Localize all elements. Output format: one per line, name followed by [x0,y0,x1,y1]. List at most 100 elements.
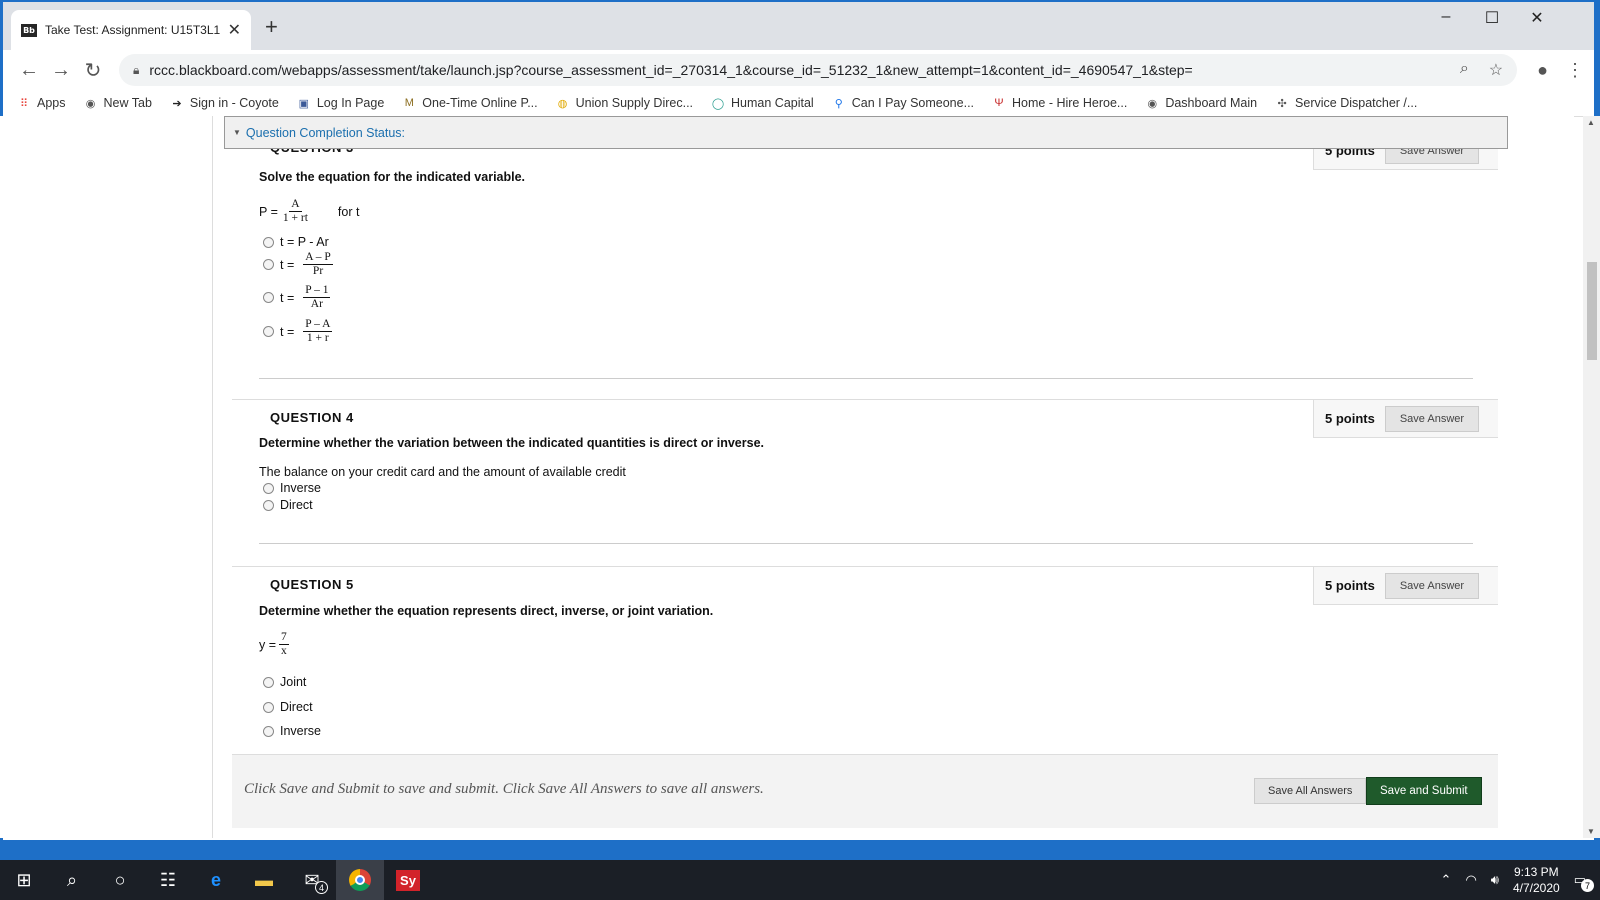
blackboard-favicon-icon: Bb [21,23,37,37]
bookmark-label: Dashboard Main [1165,96,1258,110]
scroll-down-icon[interactable]: ▼ [1587,827,1595,836]
radio-button[interactable] [263,482,274,494]
save-all-answers-button[interactable]: Save All Answers [1254,778,1367,804]
task-view-icon[interactable]: ☷ [144,860,192,900]
bookmark-label: Home - Hire Heroe... [1012,96,1128,110]
answer-option[interactable]: Joint [263,675,306,689]
bookmark-label: Log In Page [316,96,385,110]
bookmark-item[interactable]: ⚲ Can I Pay Someone... [832,96,974,110]
m-icon: M [404,97,414,109]
page-scrollbar[interactable]: ▲ ▼ [1583,116,1600,838]
radio-button[interactable] [263,259,274,270]
sy-app-label: Sy [396,869,420,891]
option-fraction: P – 1 Ar [303,284,331,311]
equation: P = A 1 + rt for t [259,198,359,225]
bookmark-item[interactable]: M One-Time Online P... [402,96,538,110]
bookmark-item[interactable]: ◉ New Tab [84,96,152,110]
hh-icon: Ψ [994,97,1004,109]
question-title: QUESTION 4 [270,410,354,425]
question-5: QUESTION 5 5 points Save Answer Determin… [232,566,1498,756]
volume-icon[interactable]: 🔊︎ [1491,872,1499,888]
bookmark-label: Apps [37,96,66,110]
option-label: Inverse [280,724,321,738]
question-4: QUESTION 4 5 points Save Answer Determin… [232,399,1498,559]
question-title: QUESTION 5 [270,577,354,592]
bookmark-item[interactable]: ⠿ Apps [17,96,66,110]
forward-icon[interactable]: → [45,59,77,82]
fraction-denominator: x [281,645,287,657]
fraction-numerator: P – 1 [303,284,331,298]
tab-close-icon[interactable]: ✕ [228,20,241,40]
reload-icon[interactable]: ↻ [77,58,109,83]
back-icon[interactable]: ← [13,59,45,82]
zoom-icon[interactable]: ⌕ [1460,60,1469,80]
answer-option[interactable]: Direct [263,498,313,512]
circle-icon: ◯ [711,97,725,110]
clock[interactable]: 9:13 PM 4/7/2020 [1513,864,1560,896]
notifications-icon[interactable]: ▭ 7 [1574,872,1594,892]
bookmark-item[interactable]: ➔ Sign in - Coyote [170,96,279,110]
chrome-icon[interactable] [336,860,384,900]
equation-lhs: y = [259,637,277,652]
scroll-up-icon[interactable]: ▲ [1587,118,1595,127]
minimize-icon[interactable]: – [1431,8,1461,26]
answer-option[interactable]: t = P - Ar [263,235,329,249]
profile-icon[interactable]: ● [1537,60,1548,81]
sy-app-icon[interactable]: Sy [384,860,432,900]
edge-icon[interactable]: e [192,860,240,900]
radio-button[interactable] [263,701,274,713]
bookmark-label: Service Dispatcher /... [1295,96,1418,110]
radio-button[interactable] [263,292,274,303]
answer-option[interactable]: Direct [263,700,313,714]
cortana-icon[interactable]: ○ [96,860,144,900]
show-hidden-icons-icon[interactable]: ⌃ [1441,872,1452,888]
save-answer-button[interactable]: Save Answer [1384,405,1480,432]
close-window-icon[interactable]: ✕ [1522,8,1552,28]
windows-start-icon[interactable]: ⊞ [0,860,48,900]
file-explorer-icon[interactable]: ▬ [240,860,288,900]
mail-badge: 4 [315,881,328,894]
scrollbar-thumb[interactable] [1587,262,1597,360]
radio-button[interactable] [263,676,274,688]
divider [259,543,1473,544]
bookmark-item[interactable]: ▣ Log In Page [297,96,385,110]
answer-option[interactable]: Inverse [263,724,321,738]
save-and-submit-button[interactable]: Save and Submit [1366,777,1482,805]
bookmark-item[interactable]: ◍ Union Supply Direc... [556,96,693,110]
equation-variable: for t [337,204,360,219]
answer-option[interactable]: t = P – 1 Ar [263,284,331,311]
question-completion-status[interactable]: ▼ Question Completion Status: [224,116,1508,149]
answer-option[interactable]: t = P – A 1 + r [263,318,333,345]
pin-icon: ⚲ [834,97,843,110]
search-icon[interactable]: ⌕ [48,860,96,900]
new-tab-icon[interactable]: + [265,14,278,40]
tab-strip: Bb Take Test: Assignment: U15T3L1 - ✕ + … [3,2,1594,50]
radio-button[interactable] [263,499,274,511]
address-bar[interactable]: 🔒︎ rccc.blackboard.com/webapps/assessmen… [119,54,1518,86]
maximize-icon[interactable]: ☐ [1477,8,1507,28]
radio-button[interactable] [263,326,274,337]
browser-tab[interactable]: Bb Take Test: Assignment: U15T3L1 - ✕ [11,10,251,50]
chevron-down-icon: ▼ [233,128,241,137]
answer-option[interactable]: Inverse [263,481,321,495]
bookmark-item[interactable]: ✣ Service Dispatcher /... [1275,96,1417,110]
wifi-icon[interactable]: ◠ [1465,872,1476,888]
option-fraction: A – P Pr [303,251,333,278]
fraction-denominator: Pr [312,265,324,277]
fraction-numerator: A – P [303,251,333,265]
mail-icon[interactable]: ✉ 4 [288,860,336,900]
bookmark-item[interactable]: ◉ Dashboard Main [1145,96,1258,110]
tc-icon: ▣ [298,97,310,110]
menu-kebab-icon[interactable]: ⋮ [1566,60,1584,81]
bookmark-item[interactable]: Ψ Home - Hire Heroe... [992,96,1127,110]
submit-instructions: Click Save and Submit to save and submit… [244,781,764,797]
save-answer-button[interactable]: Save Answer [1384,572,1480,599]
globe-icon: ◉ [1147,97,1158,110]
answer-option[interactable]: t = A – P Pr [263,251,333,278]
radio-button[interactable] [263,725,274,737]
option-label: Joint [280,675,307,689]
bookmark-star-icon[interactable]: ☆ [1489,60,1503,80]
equation-lhs: P = [259,204,278,219]
bookmark-item[interactable]: ◯ Human Capital [711,96,814,110]
radio-button[interactable] [263,236,274,248]
